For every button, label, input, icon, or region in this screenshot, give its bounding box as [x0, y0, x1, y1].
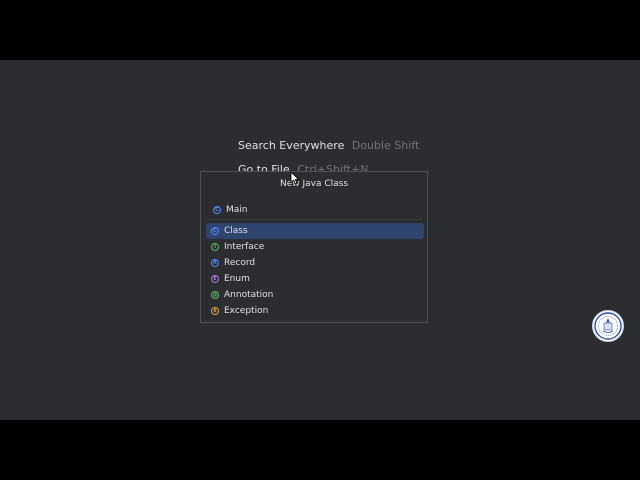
list-item-interface[interactable]: I Interface [206, 239, 424, 255]
exception-icon: $ [211, 307, 219, 315]
list-item-label: Annotation [224, 290, 274, 300]
hint-search-everywhere: Search Everywhere Double Shift [238, 139, 419, 152]
class-icon: C [213, 206, 221, 214]
list-item-record[interactable]: R Record [206, 255, 424, 271]
class-icon: C [211, 227, 219, 235]
hint-shortcut: Double Shift [351, 139, 420, 152]
divider [207, 219, 423, 220]
class-kind-list: C Class I Interface R Record E Enum @ Annotation $… [206, 223, 424, 319]
class-name-input[interactable] [226, 205, 406, 215]
list-item-class[interactable]: C Class [206, 223, 424, 239]
mouse-cursor-icon [290, 171, 299, 185]
hint-label: Search Everywhere [238, 139, 345, 152]
new-java-class-dialog: New Java Class C C Class I Interface R Record… [200, 171, 428, 323]
list-item-exception[interactable]: $ Exception [206, 303, 424, 319]
list-item-label: Record [224, 258, 256, 268]
list-item-annotation[interactable]: @ Annotation [206, 287, 424, 303]
list-item-label: Exception [224, 306, 269, 316]
list-item-enum[interactable]: E Enum [206, 271, 424, 287]
name-field-row[interactable]: C [213, 202, 423, 218]
dialog-title: New Java Class [279, 179, 349, 189]
annotation-icon: @ [211, 291, 219, 299]
enum-icon: E [211, 275, 219, 283]
list-item-label: Interface [224, 242, 265, 252]
list-item-label: Class [224, 226, 248, 236]
interface-icon: I [211, 243, 219, 251]
list-item-label: Enum [224, 274, 250, 284]
letterbox-bottom [0, 420, 640, 480]
record-icon: R [211, 259, 219, 267]
letterbox-top [0, 0, 640, 60]
institution-seal-logo [592, 310, 624, 342]
